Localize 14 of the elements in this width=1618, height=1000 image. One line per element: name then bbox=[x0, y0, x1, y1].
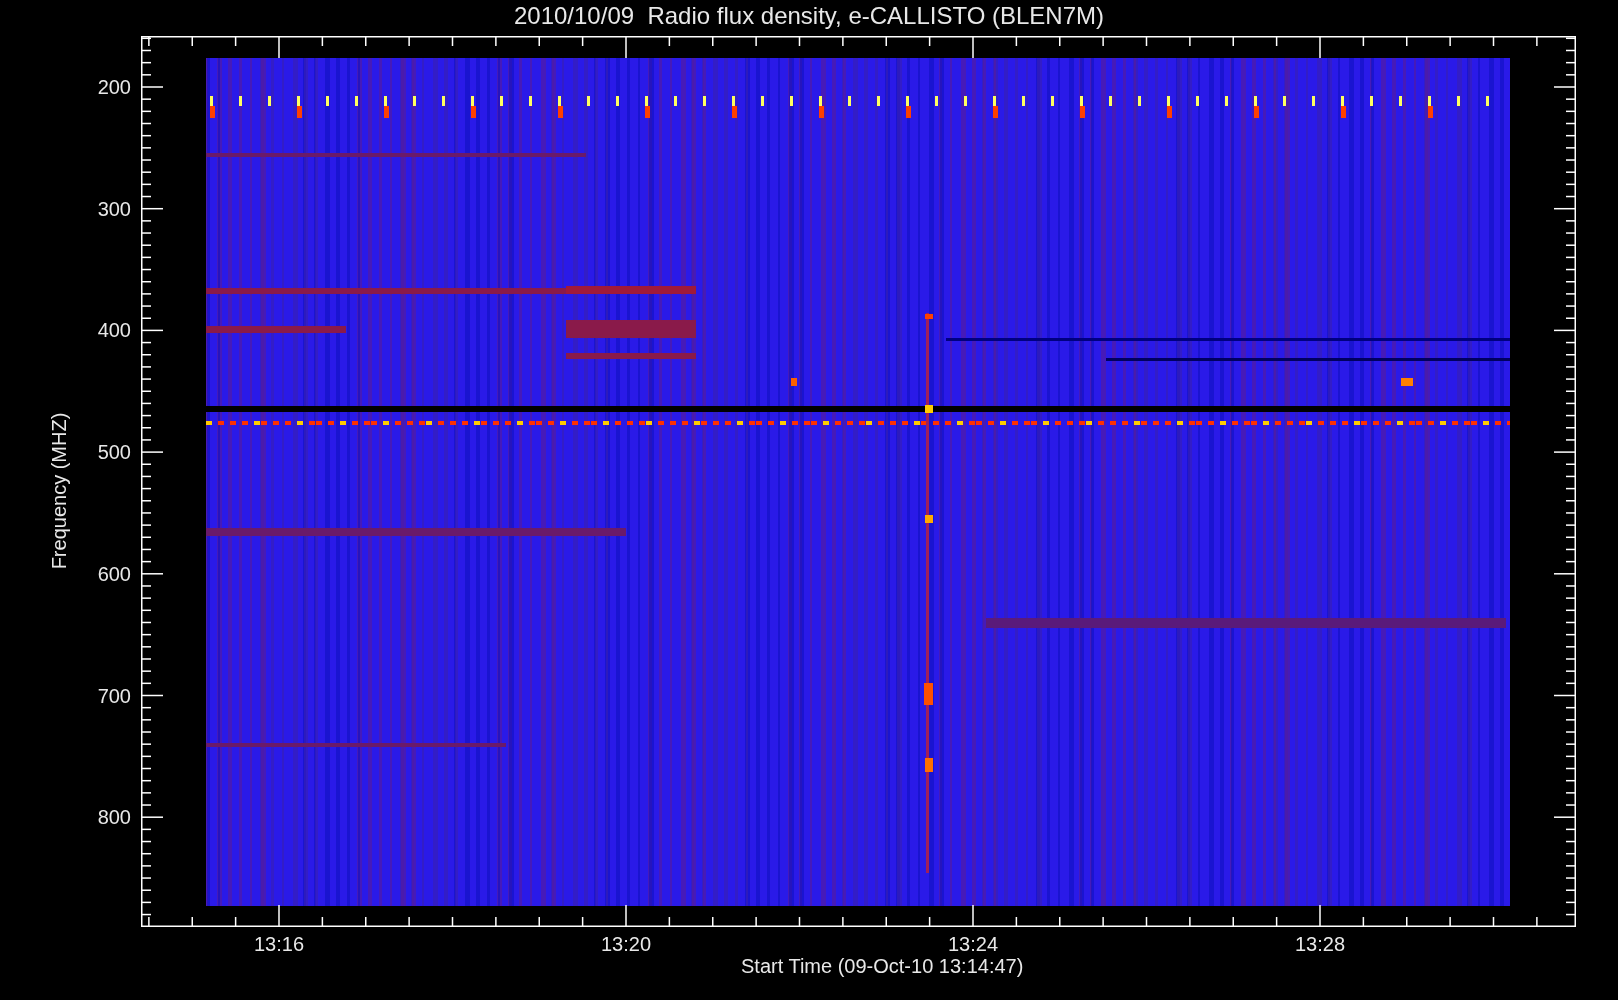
x-tick-label: 13:16 bbox=[253, 932, 305, 956]
y-tick-label: 400 bbox=[97, 318, 131, 343]
chart-title: 2010/10/09 Radio flux density, e-CALLISTO (BLEN7M) bbox=[513, 1, 1105, 31]
y-tick-label: 600 bbox=[97, 561, 131, 586]
y-tick-label: 800 bbox=[97, 805, 131, 830]
y-tick-label: 300 bbox=[97, 196, 131, 221]
x-tick-label: 13:24 bbox=[947, 932, 999, 956]
y-axis-label: Frequency (MHZ) bbox=[47, 412, 71, 570]
x-tick-label: 13:20 bbox=[600, 932, 652, 956]
y-tick-label: 700 bbox=[97, 683, 131, 708]
y-tick-label: 500 bbox=[97, 440, 131, 465]
x-axis-label: Start Time (09-Oct-10 13:14:47) bbox=[741, 954, 1024, 978]
x-tick-label: 13:28 bbox=[1294, 932, 1346, 956]
y-tick-label: 200 bbox=[97, 75, 131, 99]
